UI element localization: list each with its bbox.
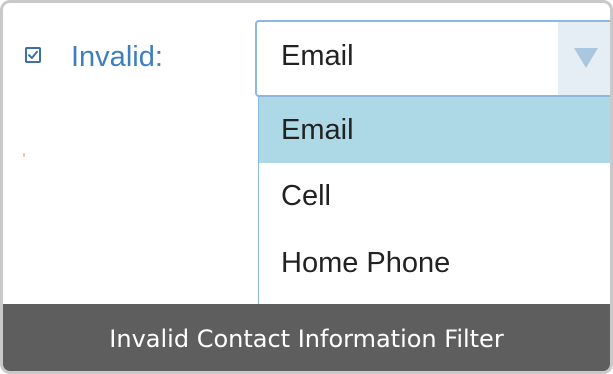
triangle-down-icon <box>574 48 598 68</box>
option-home-phone[interactable]: Home Phone <box>259 230 610 296</box>
decorative-mark <box>23 153 25 157</box>
dropdown-toggle[interactable] <box>558 22 610 95</box>
option-email[interactable]: Email <box>259 97 610 163</box>
caption-title: Invalid Contact Information Filter <box>109 325 504 353</box>
filter-panel: Invalid: Email Email Cell Home Phone Inv… <box>0 0 613 374</box>
caption-bar: Invalid Contact Information Filter <box>3 304 610 371</box>
select-current-value: Email <box>281 40 354 72</box>
invalid-label: Invalid: <box>71 41 163 73</box>
invalid-checkbox[interactable] <box>25 47 41 63</box>
option-cell[interactable]: Cell <box>259 163 610 229</box>
check-icon <box>28 50 38 59</box>
dropdown-list: Email Cell Home Phone <box>258 97 610 305</box>
contact-type-select[interactable]: Email <box>255 20 610 97</box>
